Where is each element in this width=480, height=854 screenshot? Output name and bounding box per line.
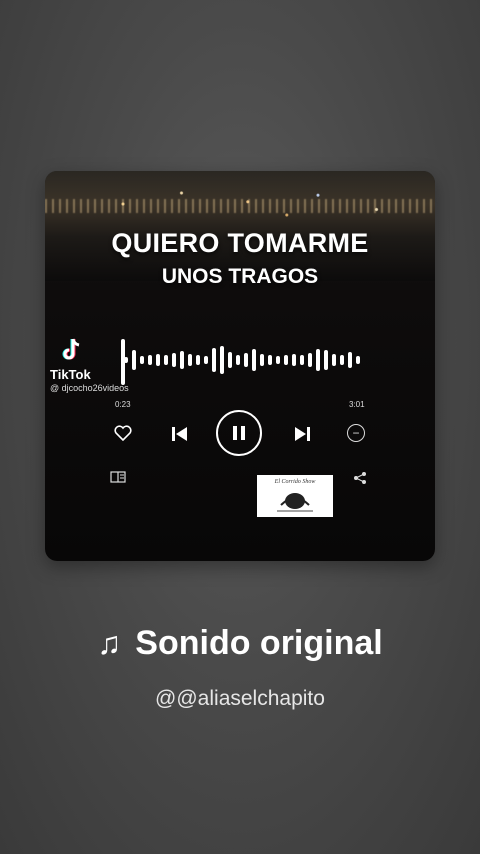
waveform-bar — [308, 353, 312, 367]
waveform-bar — [252, 349, 256, 371]
pause-icon — [233, 426, 245, 440]
waveform-bar — [228, 352, 232, 368]
waveform-bar — [140, 356, 144, 364]
waveform-bar — [148, 355, 152, 365]
song-title-row: ♫ Sonido original — [0, 624, 480, 663]
waveform-bar — [268, 355, 272, 365]
current-time: 0:23 — [115, 400, 131, 409]
queue-icon[interactable] — [109, 470, 127, 484]
waveform-bar — [292, 354, 296, 366]
waveform-bar — [164, 355, 168, 365]
tiktok-logo-icon — [60, 337, 84, 367]
waveform-bar — [132, 350, 136, 370]
heart-icon[interactable] — [113, 423, 133, 443]
waveform-bar — [348, 352, 352, 368]
artist-handle[interactable]: @@aliaselchapito — [0, 687, 480, 711]
previous-icon[interactable] — [169, 423, 191, 445]
waveform-bar — [332, 354, 336, 366]
waveform-bar — [236, 355, 240, 365]
waveform-bar — [172, 353, 176, 367]
lyric-line-2: UNOS TRAGOS — [161, 265, 319, 288]
waveform-bar — [324, 350, 328, 370]
next-icon[interactable] — [291, 423, 313, 445]
waveform-bar — [356, 356, 360, 364]
tiktok-brand: TikTok — [50, 367, 91, 382]
share-icon[interactable] — [353, 471, 367, 485]
tiktok-handle: @ djcocho26videos — [50, 383, 129, 393]
lyric-line-1: QUIERO TOMARME — [111, 228, 369, 258]
waveform-bar — [340, 355, 344, 365]
waveform-bar — [204, 356, 208, 364]
album-art-card: QUIERO TOMARME UNOS TRAGOS TikTok @ djco… — [45, 171, 435, 561]
waveform-bar — [188, 354, 192, 366]
waveform[interactable] — [123, 341, 363, 379]
waveform-bar — [284, 355, 288, 365]
waveform-bar — [220, 346, 224, 374]
waveform-bar — [196, 355, 200, 365]
waveform-bar — [260, 354, 264, 366]
music-note-icon: ♫ — [97, 625, 122, 661]
waveform-bar — [316, 349, 320, 371]
waveform-bar — [276, 356, 280, 364]
total-time: 3:01 — [349, 400, 365, 409]
waveform-bar — [212, 348, 216, 372]
waveform-bar — [156, 354, 160, 366]
pause-button[interactable] — [216, 410, 262, 456]
minus-circle-icon[interactable]: − — [347, 424, 365, 442]
waveform-bar — [300, 355, 304, 365]
waveform-bar — [124, 357, 128, 363]
waveform-bar — [180, 351, 184, 369]
song-title: Sonido original — [135, 624, 383, 662]
stamp-logo: El Corrido Show — [257, 475, 333, 517]
waveform-bar — [244, 353, 248, 367]
